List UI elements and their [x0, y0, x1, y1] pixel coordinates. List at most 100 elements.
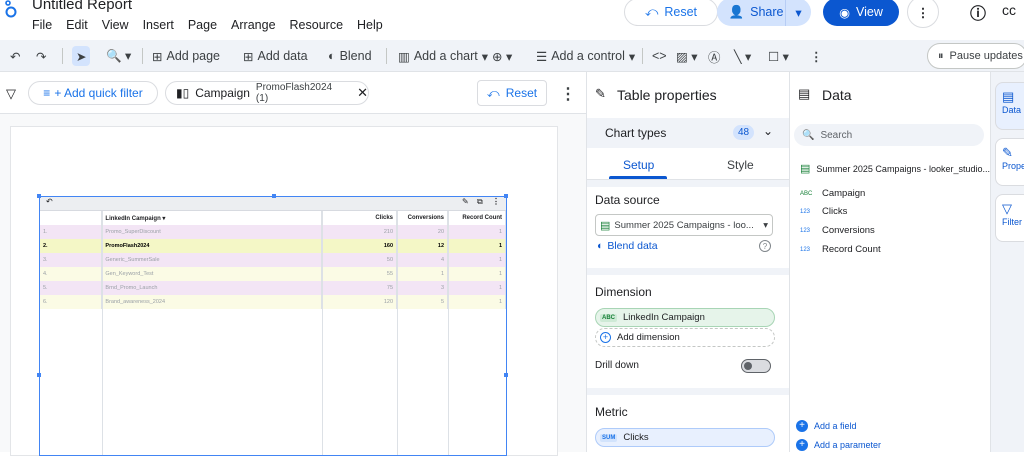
data-search-input[interactable]: 🔍 Search	[794, 124, 984, 146]
table-header-campaign[interactable]: LinkedIn Campaign ▾	[101, 211, 323, 225]
column-divider	[397, 211, 398, 455]
search-icon: 🔍	[802, 129, 815, 141]
resize-handle[interactable]	[37, 194, 41, 198]
more-vert-icon[interactable]: ⋮	[492, 197, 500, 206]
campaign-cell: Gen_Keyword_Test	[101, 267, 323, 281]
menu-edit[interactable]: Edit	[66, 18, 96, 32]
blend-data-link[interactable]: ◐ Blend data	[597, 240, 658, 252]
table-row[interactable]: 2. PromoFlash2024 160 12 1	[40, 239, 506, 253]
resize-handle[interactable]	[504, 194, 508, 198]
data-table-icon: ▤	[1002, 89, 1015, 104]
undo-icon[interactable]: ↶	[46, 197, 53, 206]
select-tool-icon[interactable]: ➤	[72, 46, 91, 66]
dimension-chip[interactable]: ABC LinkedIn Campaign	[595, 308, 775, 327]
image-icon[interactable]: ▨ ▾	[676, 46, 698, 66]
text-icon[interactable]: Ⓐ	[708, 46, 721, 66]
row-index: 6.	[40, 295, 103, 309]
data-source-select[interactable]: ▤ Summer 2025 Campaigns - loo... ▾	[595, 214, 773, 236]
record-count-cell: 1	[447, 281, 506, 295]
menu-bar: File Edit View Insert Page Arrange Resou…	[32, 18, 397, 32]
share-dropdown-button[interactable]: ▾	[785, 0, 811, 26]
menu-help[interactable]: Help	[357, 18, 391, 32]
filter-reset-button[interactable]: ⤺ Reset	[477, 80, 547, 106]
help-icon[interactable]: ?	[759, 240, 771, 252]
divider	[386, 48, 387, 64]
more-vert-icon[interactable]: ⋮	[560, 84, 576, 104]
share-button[interactable]: 👤 Share	[717, 0, 795, 26]
more-vert-icon[interactable]: ⋮	[810, 46, 823, 66]
chart-types-selector[interactable]: Chart types 48 ⌄	[587, 118, 789, 148]
resize-handle[interactable]	[504, 373, 508, 377]
sum-type-icon: SUM	[600, 433, 618, 442]
tab-setup[interactable]: Setup	[623, 158, 654, 172]
undo-icon[interactable]: ↶	[10, 46, 20, 66]
add-dimension-button[interactable]: + Add dimension	[595, 328, 775, 347]
table-row[interactable]: 5. Brnd_Promo_Launch 75 3 1	[40, 281, 506, 295]
report-title[interactable]: Untitled Report	[32, 0, 132, 13]
number-type-icon: 123	[800, 208, 811, 215]
number-type-icon: 123	[800, 227, 811, 234]
resize-handle[interactable]	[37, 373, 41, 377]
pause-updates-button[interactable]: ⏸ Pause updates	[927, 43, 1024, 69]
data-field-conversions[interactable]: 123 Conversions	[800, 225, 875, 236]
filter-icon[interactable]: ▽	[6, 86, 16, 102]
add-control-button[interactable]: ☰ Add a control ▾	[536, 46, 635, 66]
edit-icon[interactable]: ✎	[462, 197, 469, 206]
metric-chip[interactable]: SUM Clicks	[595, 428, 775, 447]
rail-filter-button[interactable]: ▽ Filter	[995, 194, 1024, 242]
table-header-clicks[interactable]: Clicks	[321, 211, 398, 225]
redo-icon[interactable]: ↷	[36, 46, 46, 66]
table-row[interactable]: 3. Generic_SummerSale 50 4 1	[40, 253, 506, 267]
blend-button[interactable]: ◐ Blend	[328, 46, 372, 66]
data-panel: ▤ Data 🔍 Search ▤ Summer 2025 Campaigns …	[790, 72, 990, 452]
close-icon[interactable]: ✕	[357, 85, 368, 101]
add-quick-filter-button[interactable]: ≡ + Add quick filter	[28, 81, 158, 105]
shape-icon[interactable]: ☐ ▾	[768, 46, 789, 66]
add-field-link[interactable]: + Add a field	[796, 420, 857, 432]
more-options-button[interactable]: ⋮	[907, 0, 939, 28]
chart-types-count: 48	[733, 125, 755, 140]
table-row[interactable]: 4. Gen_Keyword_Test 55 1 1	[40, 267, 506, 281]
zoom-icon[interactable]: 🔍 ▾	[106, 46, 131, 66]
clicks-cell: 50	[321, 253, 398, 267]
export-icon[interactable]: ⧉	[477, 197, 483, 207]
menu-resource[interactable]: Resource	[290, 18, 352, 32]
rail-data-button[interactable]: ▤ Data	[995, 82, 1024, 130]
reset-button[interactable]: ⤺ Reset	[624, 0, 718, 26]
data-field-campaign[interactable]: ABC Campaign	[800, 188, 865, 199]
add-chart-button[interactable]: ▥ Add a chart ▾	[398, 46, 488, 66]
menu-arrange[interactable]: Arrange	[231, 18, 283, 32]
add-parameter-link[interactable]: + Add a parameter	[796, 439, 881, 451]
view-button[interactable]: ◉ View	[823, 0, 899, 26]
right-rail: ▤Data ✎Properties ▽Filter	[990, 72, 1024, 452]
column-divider	[448, 211, 449, 455]
rail-properties-button[interactable]: ✎Properties	[995, 138, 1024, 186]
app-header: Untitled Report File Edit View Insert Pa…	[0, 0, 1024, 40]
conversions-cell: 12	[396, 239, 449, 253]
campaign-filter-chip[interactable]: ▮▯ Campaign PromoFlash2024 (1) ✕	[165, 81, 369, 105]
menu-insert[interactable]: Insert	[143, 18, 182, 32]
menu-file[interactable]: File	[32, 18, 60, 32]
resize-handle[interactable]	[272, 194, 276, 198]
table-row[interactable]: 6. Brand_awareness_2024 120 5 1	[40, 295, 506, 309]
clicks-cell: 210	[321, 225, 398, 239]
menu-view[interactable]: View	[102, 18, 137, 32]
menu-page[interactable]: Page	[188, 18, 225, 32]
table-row[interactable]: 1. Promo_SuperDiscount 210 20 1	[40, 225, 506, 239]
add-data-button[interactable]: ⊞ Add data	[243, 46, 308, 66]
data-field-clicks[interactable]: 123 Clicks	[800, 206, 847, 217]
add-page-button[interactable]: ⊞ Add page	[152, 46, 220, 66]
help-icon[interactable]: ⓘ	[970, 0, 994, 24]
table-header-record-count[interactable]: Record Count	[447, 211, 506, 225]
community-viz-button[interactable]: ⊕ ▾	[492, 46, 512, 66]
account-avatar[interactable]: cc	[1002, 2, 1016, 18]
section-divider	[587, 268, 789, 275]
line-icon[interactable]: ╲ ▾	[734, 46, 751, 66]
embed-code-icon[interactable]: <>	[652, 46, 667, 66]
tab-style[interactable]: Style	[727, 158, 754, 172]
table-chart[interactable]: ↶ ✎ ⧉ ⋮ LinkedIn Campaign ▾ Clicks Conve…	[37, 194, 508, 456]
data-field-record-count[interactable]: 123 Record Count	[800, 244, 881, 255]
data-source-item[interactable]: ▤ Summer 2025 Campaigns - looker_studio.…	[800, 162, 990, 175]
table-header-conversions[interactable]: Conversions	[396, 211, 449, 225]
drill-down-toggle[interactable]	[741, 359, 771, 373]
